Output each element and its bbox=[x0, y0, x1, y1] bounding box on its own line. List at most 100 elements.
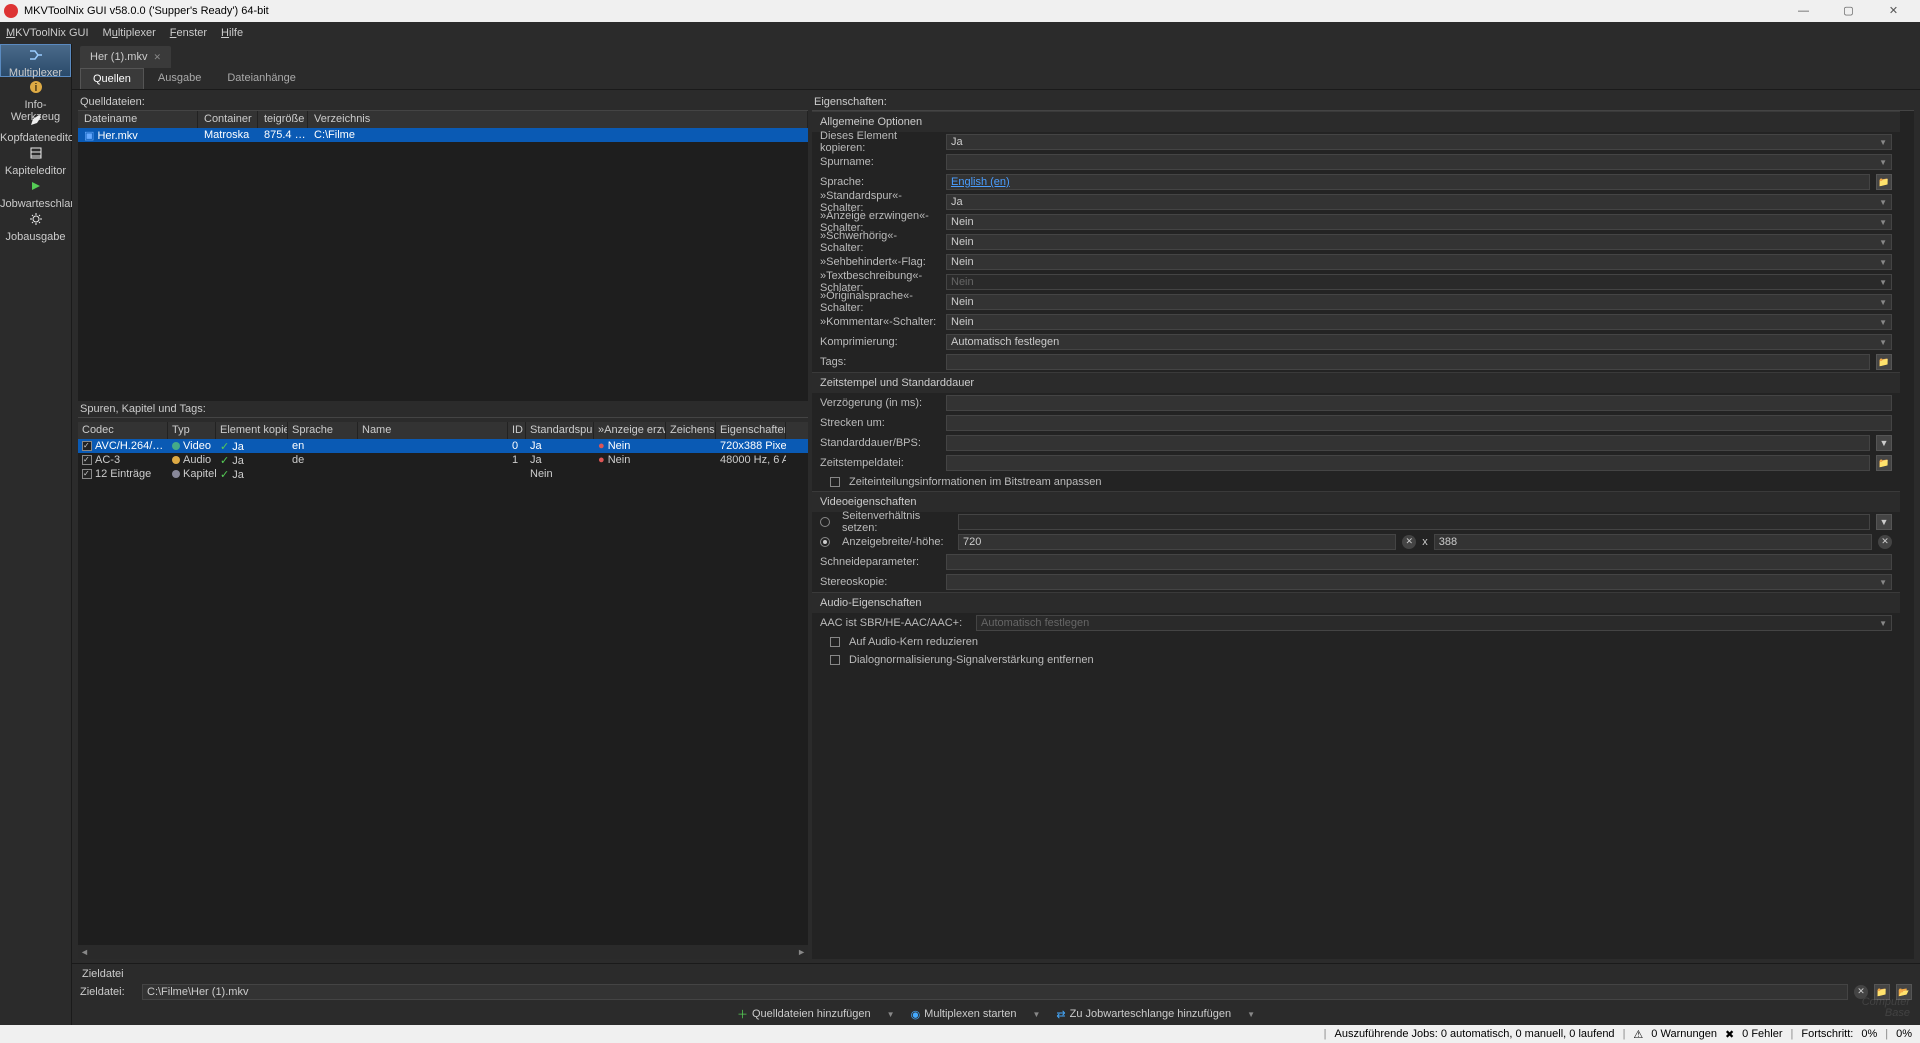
app-icon bbox=[4, 4, 18, 18]
maximize-button[interactable]: ▢ bbox=[1826, 0, 1871, 22]
dims-radio[interactable] bbox=[820, 537, 830, 547]
start-mux-dropdown[interactable]: ▼ bbox=[1029, 1010, 1045, 1019]
pencil-icon bbox=[28, 112, 44, 128]
track-checkbox[interactable] bbox=[82, 469, 92, 479]
add-to-queue-dropdown[interactable]: ▼ bbox=[1243, 1010, 1259, 1019]
menu-help[interactable]: Hilfe bbox=[221, 27, 243, 39]
track-row-audio[interactable]: AC-3 Audio ✓ Ja de 1 Ja ● Nein 48000 Hz,… bbox=[78, 453, 808, 467]
stretch-input[interactable] bbox=[946, 415, 1892, 431]
group-video: Videoeigenschaften bbox=[812, 491, 1900, 512]
queue-icon bbox=[28, 178, 44, 194]
hearing-select[interactable]: Nein▼ bbox=[946, 234, 1892, 250]
tool-label: Kopfdateneditor bbox=[0, 132, 71, 144]
origlang-select[interactable]: Nein▼ bbox=[946, 294, 1892, 310]
duration-input[interactable] bbox=[946, 435, 1870, 451]
close-button[interactable]: ✕ bbox=[1871, 0, 1916, 22]
menu-multiplexer[interactable]: Multiplexer bbox=[103, 27, 156, 39]
duration-dd-button[interactable]: ▼ bbox=[1876, 435, 1892, 451]
tool-label: Jobausgabe bbox=[0, 231, 71, 243]
tags-input[interactable] bbox=[946, 354, 1870, 370]
tsfile-input[interactable] bbox=[946, 455, 1870, 471]
visual-select[interactable]: Nein▼ bbox=[946, 254, 1892, 270]
audio-type-icon bbox=[172, 456, 180, 464]
svg-text:i: i bbox=[34, 82, 36, 94]
add-sources-dropdown[interactable]: ▼ bbox=[883, 1010, 899, 1019]
tab-output[interactable]: Ausgabe bbox=[146, 68, 213, 89]
h-scrollbar[interactable]: ◄► bbox=[78, 945, 808, 959]
col-directory[interactable]: Verzeichnis bbox=[308, 111, 808, 128]
warning-icon: ⚠ bbox=[1633, 1028, 1643, 1041]
aspect-dd-button[interactable]: ▼ bbox=[1876, 514, 1892, 530]
textdesc-select[interactable]: Nein▼ bbox=[946, 274, 1892, 290]
compress-select[interactable]: Automatisch festlegen▼ bbox=[946, 334, 1892, 350]
menu-app[interactable]: MKVToolNix GUI bbox=[6, 27, 89, 39]
properties-label: Eigenschaften: bbox=[812, 94, 1914, 111]
tab-attachments[interactable]: Dateianhänge bbox=[215, 68, 308, 89]
reduce-core-checkbox[interactable] bbox=[830, 637, 840, 647]
col-container[interactable]: Container bbox=[198, 111, 258, 128]
file-tab-label: Her (1).mkv bbox=[90, 51, 147, 63]
height-input[interactable]: 388 bbox=[1434, 534, 1872, 550]
error-icon: ✖ bbox=[1725, 1028, 1734, 1041]
bitstream-checkbox[interactable] bbox=[830, 477, 840, 487]
table-row[interactable]: ▣ Her.mkv Matroska 875.4 … C:\Filme bbox=[78, 128, 808, 142]
comment-select[interactable]: Nein▼ bbox=[946, 314, 1892, 330]
col-filename[interactable]: Dateiname bbox=[78, 111, 198, 128]
sub-tabs: Quellen Ausgabe Dateianhänge bbox=[72, 68, 1920, 90]
status-warnings[interactable]: 0 Warnungen bbox=[1651, 1028, 1717, 1040]
status-errors[interactable]: 0 Fehler bbox=[1742, 1028, 1782, 1040]
track-checkbox[interactable] bbox=[82, 441, 92, 451]
language-select[interactable]: English (en) bbox=[946, 174, 1870, 190]
crop-input[interactable] bbox=[946, 554, 1892, 570]
lang-browse-button[interactable]: 📁 bbox=[1876, 174, 1892, 190]
copy-select[interactable]: Ja▼ bbox=[946, 134, 1892, 150]
multiplexer-icon bbox=[28, 47, 44, 63]
tool-job-queue[interactable]: Jobwarteschlange bbox=[0, 176, 71, 209]
clear-width-button[interactable]: ✕ bbox=[1402, 535, 1416, 549]
tracks-label: Spuren, Kapitel und Tags: bbox=[78, 401, 808, 418]
add-to-queue-button[interactable]: ⇄Zu Jobwarteschlange hinzufügen bbox=[1052, 1006, 1235, 1023]
default-track-select[interactable]: Ja▼ bbox=[946, 194, 1892, 210]
dest-label: Zieldatei: bbox=[80, 986, 136, 998]
track-row-chapters[interactable]: 12 Einträge Kapitel ✓ Ja Nein bbox=[78, 467, 808, 481]
tool-job-output[interactable]: Jobausgabe bbox=[0, 209, 71, 242]
tool-multiplexer[interactable]: Multiplexer bbox=[0, 44, 71, 77]
menu-window[interactable]: Fenster bbox=[170, 27, 207, 39]
track-checkbox[interactable] bbox=[82, 455, 92, 465]
tracks-table[interactable]: Codec Typ Element kopieren Sprache Name … bbox=[78, 422, 808, 945]
table-header: Dateiname Container teigröße Verzeichnis bbox=[78, 111, 808, 128]
track-row-video[interactable]: AVC/H.264/… Video ✓ Ja en 0 Ja ● Nein 72… bbox=[78, 439, 808, 453]
width-input[interactable]: 720 bbox=[958, 534, 1396, 550]
tool-info[interactable]: i Info-Werkzeug bbox=[0, 77, 71, 110]
tool-chapter-editor[interactable]: Kapiteleditor bbox=[0, 143, 71, 176]
dest-input[interactable]: C:\Filme\Her (1).mkv bbox=[142, 984, 1848, 1000]
cell-directory: C:\Filme bbox=[308, 129, 808, 141]
add-sources-button[interactable]: ＋Quelldateien hinzufügen bbox=[733, 1004, 875, 1024]
trackname-input[interactable]: ▼ bbox=[946, 154, 1892, 170]
titlebar: MKVToolNix GUI v58.0.0 ('Supper's Ready'… bbox=[0, 0, 1920, 22]
tool-label: Kapiteleditor bbox=[0, 165, 71, 177]
minimize-button[interactable]: — bbox=[1781, 0, 1826, 22]
tool-label: Multiplexer bbox=[1, 67, 70, 79]
status-jobs: Auszuführende Jobs: 0 automatisch, 0 man… bbox=[1334, 1028, 1614, 1040]
close-tab-icon[interactable]: ✕ bbox=[153, 52, 161, 63]
stereo-select[interactable]: ▼ bbox=[946, 574, 1892, 590]
forced-select[interactable]: Nein▼ bbox=[946, 214, 1892, 230]
clear-height-button[interactable]: ✕ bbox=[1878, 535, 1892, 549]
source-files-table[interactable]: Dateiname Container teigröße Verzeichnis… bbox=[78, 111, 808, 401]
tags-browse-button[interactable]: 📁 bbox=[1876, 354, 1892, 370]
delay-input[interactable] bbox=[946, 395, 1892, 411]
group-timing: Zeitstempel und Standarddauer bbox=[812, 372, 1900, 393]
start-mux-button[interactable]: ◉Multiplexen starten bbox=[907, 1006, 1021, 1023]
window-title: MKVToolNix GUI v58.0.0 ('Supper's Ready'… bbox=[24, 5, 269, 17]
file-tabs: Her (1).mkv ✕ bbox=[72, 44, 1920, 68]
dialnorm-checkbox[interactable] bbox=[830, 655, 840, 665]
aspect-radio[interactable] bbox=[820, 517, 830, 527]
aspect-select[interactable] bbox=[958, 514, 1870, 530]
aac-select[interactable]: Automatisch festlegen▼ bbox=[976, 615, 1892, 631]
tsfile-browse-button[interactable]: 📁 bbox=[1876, 455, 1892, 471]
file-tab[interactable]: Her (1).mkv ✕ bbox=[80, 46, 171, 68]
col-size[interactable]: teigröße bbox=[258, 111, 308, 128]
destination-bar: Zieldatei Zieldatei: C:\Filme\Her (1).mk… bbox=[72, 963, 1920, 1003]
tab-sources[interactable]: Quellen bbox=[80, 68, 144, 89]
